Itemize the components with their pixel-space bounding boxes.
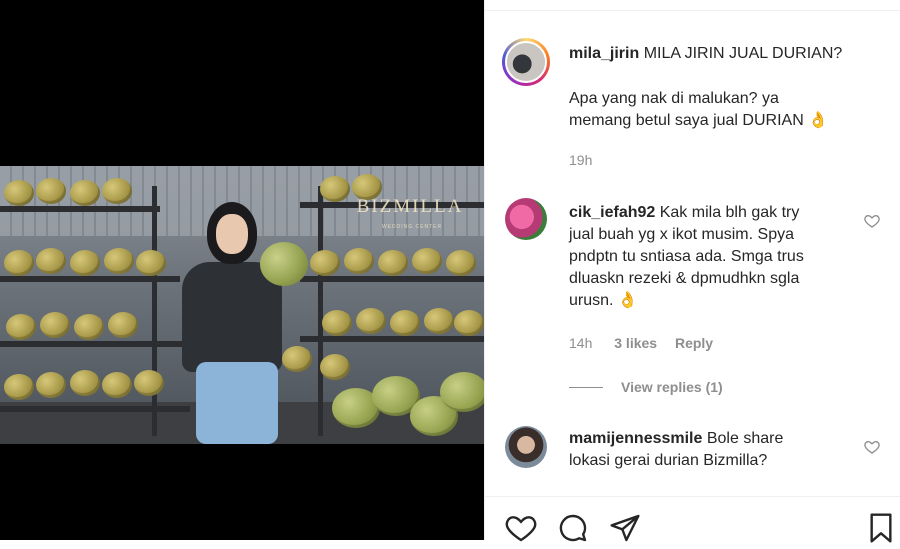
durian bbox=[454, 310, 484, 336]
durian bbox=[344, 248, 374, 274]
durian bbox=[40, 312, 70, 338]
durian bbox=[356, 308, 386, 334]
durian-pile bbox=[440, 372, 484, 412]
shelf-post bbox=[152, 186, 157, 436]
comment-text-line: dluaskn rezeki & dpmudhkn sgla bbox=[569, 270, 800, 287]
author-avatar[interactable] bbox=[502, 38, 550, 86]
durian bbox=[70, 180, 100, 206]
bizmilla-logo-subtext: WEDDING CENTER bbox=[381, 224, 443, 230]
comment-username[interactable]: mamijennessmile bbox=[569, 430, 702, 447]
view-replies-line bbox=[569, 387, 603, 388]
shelf-post bbox=[318, 186, 323, 436]
divider bbox=[485, 496, 900, 497]
comment: mamijennessmile Bole share lokasi gerai … bbox=[569, 428, 869, 472]
held-durian bbox=[260, 242, 308, 286]
comment-actions: 14h 3 likes Reply bbox=[569, 335, 713, 351]
like-comment-heart-icon[interactable] bbox=[864, 213, 880, 229]
caption-body: Apa yang nak di malukan? ya memang betul… bbox=[569, 88, 889, 132]
durian bbox=[282, 346, 312, 372]
divider bbox=[485, 10, 900, 11]
comment-text-line: lokasi gerai durian Bizmilla? bbox=[569, 452, 768, 469]
durian bbox=[36, 372, 66, 398]
durian bbox=[104, 248, 134, 274]
shelf bbox=[300, 276, 484, 282]
share-icon[interactable] bbox=[609, 512, 641, 544]
author-avatar-image bbox=[505, 41, 547, 83]
comment-icon[interactable] bbox=[557, 512, 589, 544]
durian bbox=[102, 372, 132, 398]
person-legs bbox=[196, 362, 278, 444]
durian bbox=[4, 250, 34, 276]
post-photo[interactable]: BIZMILLA WEDDING CENTER bbox=[0, 166, 484, 444]
reply-button[interactable]: Reply bbox=[675, 335, 713, 351]
durian bbox=[322, 310, 352, 336]
shelf bbox=[300, 336, 484, 342]
durian bbox=[36, 178, 66, 204]
durian bbox=[102, 178, 132, 204]
durian bbox=[70, 370, 100, 396]
durian bbox=[412, 248, 442, 274]
comment-timestamp[interactable]: 14h bbox=[569, 335, 592, 351]
durian bbox=[70, 250, 100, 276]
durian bbox=[4, 374, 34, 400]
post-timestamp[interactable]: 19h bbox=[569, 152, 592, 168]
comment-username[interactable]: cik_iefah92 bbox=[569, 204, 655, 221]
shelf bbox=[0, 406, 190, 412]
durian bbox=[424, 308, 454, 334]
durian bbox=[446, 250, 476, 276]
durian bbox=[390, 310, 420, 336]
durian bbox=[310, 250, 340, 276]
comment-likes-count[interactable]: 3 likes bbox=[614, 335, 657, 351]
comment-text-line: urusn. 👌 bbox=[569, 292, 638, 309]
view-replies-button[interactable]: View replies (1) bbox=[621, 379, 723, 395]
durian bbox=[134, 370, 164, 396]
post-caption: mila_jirin MILA JIRIN JUAL DURIAN? bbox=[569, 43, 889, 65]
post-media-panel: BIZMILLA WEDDING CENTER bbox=[0, 0, 484, 540]
durian bbox=[108, 312, 138, 338]
caption-line-1: MILA JIRIN JUAL DURIAN? bbox=[643, 45, 843, 62]
person-face bbox=[216, 214, 248, 254]
durian bbox=[378, 250, 408, 276]
shelf bbox=[0, 206, 160, 212]
durian bbox=[6, 314, 36, 340]
caption-line-2: Apa yang nak di malukan? ya bbox=[569, 90, 779, 107]
commenter-avatar[interactable] bbox=[505, 198, 547, 240]
comment-text-line: pndptn tu sntiasa ada. Smga trus bbox=[569, 248, 804, 265]
shelf bbox=[0, 341, 185, 347]
caption-line-3: memang betul saya jual DURIAN 👌 bbox=[569, 112, 829, 129]
comments-panel: mila_jirin MILA JIRIN JUAL DURIAN? Apa y… bbox=[484, 0, 900, 543]
commenter-avatar[interactable] bbox=[505, 426, 547, 468]
comment-text-line: jual buah yg x ikot musim. Spya bbox=[569, 226, 794, 243]
durian bbox=[4, 180, 34, 206]
durian bbox=[36, 248, 66, 274]
comment: cik_iefah92 Kak mila blh gak try jual bu… bbox=[569, 202, 869, 312]
author-username[interactable]: mila_jirin bbox=[569, 45, 639, 62]
comment-text-line: Kak mila blh gak try bbox=[659, 204, 800, 221]
durian bbox=[74, 314, 104, 340]
bookmark-icon[interactable] bbox=[865, 512, 897, 544]
durian bbox=[320, 354, 350, 380]
bizmilla-logo: BIZMILLA bbox=[356, 196, 464, 217]
heart-icon[interactable] bbox=[505, 512, 537, 544]
like-comment-heart-icon[interactable] bbox=[864, 439, 880, 455]
comment-text-line: Bole share bbox=[706, 430, 784, 447]
durian bbox=[136, 250, 166, 276]
